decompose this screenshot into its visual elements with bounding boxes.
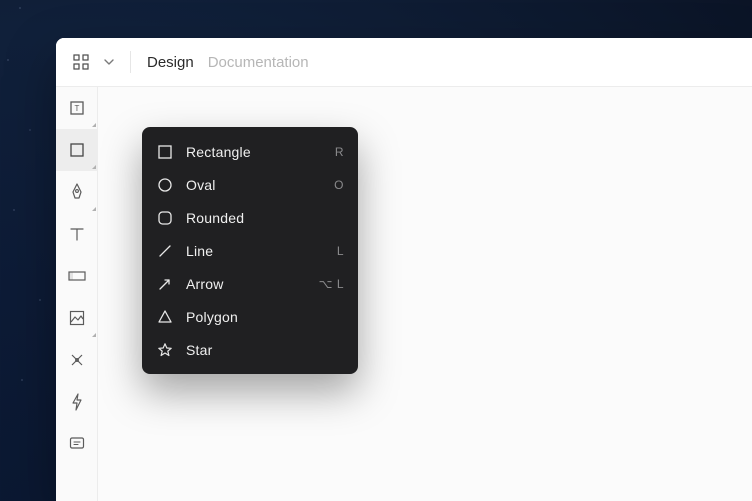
image-tool[interactable] bbox=[56, 297, 98, 339]
menu-item-label: Rounded bbox=[186, 210, 332, 226]
comment-icon bbox=[68, 435, 86, 453]
apps-grid-icon bbox=[73, 54, 89, 70]
submenu-indicator-icon bbox=[92, 333, 96, 337]
lightning-icon bbox=[70, 392, 84, 412]
shape-menu-rounded[interactable]: Rounded bbox=[142, 201, 358, 234]
line-icon bbox=[156, 242, 174, 260]
submenu-indicator-icon bbox=[92, 207, 96, 211]
slice-icon bbox=[67, 269, 87, 283]
top-toolbar: Design Documentation bbox=[56, 38, 752, 86]
canvas[interactable]: Rectangle R Oval O Round bbox=[98, 86, 752, 501]
apps-dropdown-button[interactable] bbox=[102, 51, 116, 73]
shape-menu-polygon[interactable]: Polygon bbox=[142, 300, 358, 333]
rectangle-icon bbox=[156, 143, 174, 161]
menu-item-shortcut: L bbox=[337, 244, 344, 258]
work-area: T bbox=[56, 86, 752, 501]
toolbar-separator bbox=[130, 51, 131, 73]
menu-item-label: Line bbox=[186, 243, 325, 259]
polygon-icon bbox=[156, 308, 174, 326]
menu-item-label: Oval bbox=[186, 177, 322, 193]
shape-popover: Rectangle R Oval O Round bbox=[142, 127, 358, 374]
pen-tool[interactable] bbox=[56, 171, 98, 213]
menu-item-shortcut: O bbox=[334, 178, 344, 192]
shape-menu-oval[interactable]: Oval O bbox=[142, 168, 358, 201]
chevron-down-icon bbox=[104, 57, 114, 67]
menu-item-label: Arrow bbox=[186, 276, 307, 292]
pen-icon bbox=[68, 182, 86, 202]
svg-text:T: T bbox=[75, 104, 80, 113]
star-icon bbox=[156, 341, 174, 359]
shape-menu-rectangle[interactable]: Rectangle R bbox=[142, 135, 358, 168]
menu-item-label: Rectangle bbox=[186, 144, 323, 160]
apps-grid-button[interactable] bbox=[70, 51, 92, 73]
artboard-icon: T bbox=[68, 99, 86, 117]
menu-item-label: Polygon bbox=[186, 309, 332, 325]
mode-tabs: Design Documentation bbox=[147, 54, 309, 71]
tool-rail: T bbox=[56, 86, 98, 501]
arrow-icon bbox=[156, 275, 174, 293]
artboard-tool[interactable]: T bbox=[56, 87, 98, 129]
boolean-icon bbox=[68, 351, 86, 369]
rounded-icon bbox=[156, 209, 174, 227]
shape-tool[interactable] bbox=[56, 129, 98, 171]
tab-design[interactable]: Design bbox=[147, 54, 194, 71]
menu-item-label: Star bbox=[186, 342, 332, 358]
submenu-indicator-icon bbox=[92, 123, 96, 127]
text-icon bbox=[68, 225, 86, 243]
image-icon bbox=[68, 309, 86, 327]
boolean-tool[interactable] bbox=[56, 339, 98, 381]
comment-tool[interactable] bbox=[56, 423, 98, 465]
shape-menu-line[interactable]: Line L bbox=[142, 234, 358, 267]
menu-item-shortcut: R bbox=[335, 145, 344, 159]
tab-documentation[interactable]: Documentation bbox=[208, 54, 309, 71]
app-window: Design Documentation T bbox=[56, 38, 752, 501]
prototype-tool[interactable] bbox=[56, 381, 98, 423]
menu-item-shortcut: ⌥ L bbox=[319, 277, 344, 291]
text-tool[interactable] bbox=[56, 213, 98, 255]
desktop-wallpaper: Design Documentation T bbox=[0, 0, 752, 501]
shape-menu-arrow[interactable]: Arrow ⌥ L bbox=[142, 267, 358, 300]
submenu-indicator-icon bbox=[92, 165, 96, 169]
rectangle-icon bbox=[68, 141, 86, 159]
shape-menu-star[interactable]: Star bbox=[142, 333, 358, 366]
oval-icon bbox=[156, 176, 174, 194]
slice-tool[interactable] bbox=[56, 255, 98, 297]
